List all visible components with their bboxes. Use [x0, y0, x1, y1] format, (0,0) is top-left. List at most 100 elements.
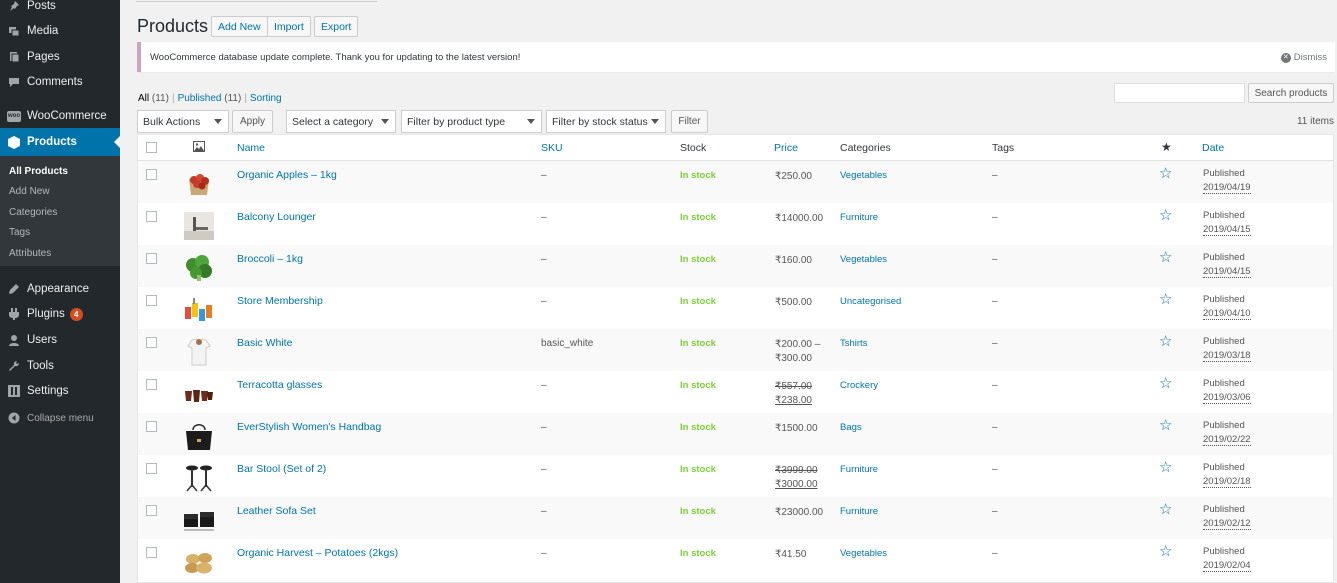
- row-checkbox[interactable]: [146, 295, 157, 306]
- product-name-link[interactable]: Terracotta glasses: [237, 379, 322, 391]
- view-sorting[interactable]: Sorting: [250, 93, 282, 104]
- featured-star-icon[interactable]: ☆: [1159, 166, 1172, 181]
- menu-pages[interactable]: Pages: [0, 45, 120, 69]
- product-name-link[interactable]: Store Membership: [237, 295, 323, 307]
- product-category-link[interactable]: Bags: [840, 422, 862, 433]
- product-price: ₹200.00 – ₹300.00: [775, 338, 820, 366]
- product-category-link[interactable]: Vegetables: [840, 170, 887, 181]
- menu-users[interactable]: Users: [0, 328, 120, 352]
- search-input[interactable]: [1114, 83, 1245, 103]
- product-category-link[interactable]: Furniture: [840, 212, 878, 223]
- product-thumbnail[interactable]: [183, 421, 215, 451]
- select-all-checkbox[interactable]: [146, 142, 157, 153]
- row-checkbox[interactable]: [146, 421, 157, 432]
- product-type-select[interactable]: Filter by product type: [401, 110, 542, 133]
- menu-comments[interactable]: Comments: [0, 70, 120, 94]
- column-price[interactable]: Price: [774, 142, 798, 154]
- product-thumbnail[interactable]: [183, 337, 215, 367]
- featured-star-icon[interactable]: ☆: [1159, 208, 1172, 223]
- bulk-actions-select[interactable]: Bulk Actions: [137, 110, 229, 133]
- stock-status: In stock: [680, 464, 716, 475]
- featured-column-star-icon[interactable]: ★: [1161, 140, 1172, 154]
- view-all[interactable]: All (11): [138, 93, 169, 104]
- submenu-add-new[interactable]: Add New: [9, 186, 50, 197]
- menu-appearance[interactable]: Appearance: [0, 277, 120, 301]
- row-checkbox[interactable]: [146, 169, 157, 180]
- product-thumbnail[interactable]: [183, 505, 215, 535]
- table-row: Organic Harvest – Potatoes (2kgs) – In sto…: [138, 539, 1333, 581]
- featured-star-icon[interactable]: ☆: [1159, 376, 1172, 391]
- category-select[interactable]: Select a category: [286, 110, 396, 133]
- product-thumbnail[interactable]: [183, 253, 215, 283]
- row-checkbox[interactable]: [146, 505, 157, 516]
- row-checkbox[interactable]: [146, 463, 157, 474]
- menu-woocommerce[interactable]: woo WooCommerce: [0, 104, 120, 128]
- add-new-button[interactable]: Add New: [211, 16, 268, 37]
- featured-star-icon[interactable]: ☆: [1159, 334, 1172, 349]
- product-price: ₹160.00: [775, 254, 812, 268]
- items-count: 11 items: [1296, 116, 1334, 127]
- product-name-link[interactable]: Bar Stool (Set of 2): [237, 463, 326, 475]
- menu-comments-label: Comments: [27, 76, 83, 88]
- menu-tools[interactable]: Tools: [0, 354, 120, 378]
- product-category-link[interactable]: Vegetables: [840, 548, 887, 559]
- product-category-link[interactable]: Uncategorised: [840, 296, 901, 307]
- table-row: Leather Sofa Set – In stock ₹23000.00 Furnit…: [138, 497, 1333, 539]
- product-thumbnail[interactable]: [183, 295, 215, 325]
- apply-button[interactable]: Apply: [232, 110, 273, 133]
- menu-settings[interactable]: Settings: [0, 379, 120, 403]
- collapse-icon: [7, 411, 21, 425]
- menu-products[interactable]: Products: [0, 128, 120, 156]
- product-category-link[interactable]: Vegetables: [840, 254, 887, 265]
- row-checkbox[interactable]: [146, 379, 157, 390]
- menu-collapse[interactable]: Collapse menu: [0, 406, 120, 430]
- view-published[interactable]: Published (11): [178, 93, 242, 104]
- product-name-link[interactable]: Broccoli – 1kg: [237, 253, 303, 265]
- product-price: ₹1500.00: [775, 422, 818, 436]
- product-thumbnail[interactable]: [183, 169, 215, 199]
- dismiss-button[interactable]: ✕ Dismiss: [1280, 52, 1327, 63]
- featured-star-icon[interactable]: ☆: [1159, 250, 1172, 265]
- featured-star-icon[interactable]: ☆: [1159, 292, 1172, 307]
- row-checkbox[interactable]: [146, 211, 157, 222]
- product-date: Published 2019/04/15: [1203, 251, 1251, 279]
- featured-star-icon[interactable]: ☆: [1159, 418, 1172, 433]
- column-name[interactable]: Name: [237, 142, 265, 154]
- menu-media[interactable]: Media: [0, 19, 120, 43]
- featured-star-icon[interactable]: ☆: [1159, 460, 1172, 475]
- product-name-link[interactable]: Basic White: [237, 337, 292, 349]
- product-category-link[interactable]: Furniture: [840, 464, 878, 475]
- search-products-button[interactable]: Search products: [1248, 83, 1334, 103]
- export-button[interactable]: Export: [314, 16, 359, 37]
- submenu-all-products[interactable]: All Products: [9, 166, 68, 177]
- product-thumbnail[interactable]: [183, 463, 215, 493]
- product-category-link[interactable]: Tshirts: [840, 338, 867, 349]
- featured-star-icon[interactable]: ☆: [1159, 544, 1172, 559]
- import-button[interactable]: Import: [267, 16, 311, 37]
- product-thumbnail[interactable]: [183, 211, 215, 241]
- product-name-link[interactable]: Organic Apples – 1kg: [237, 169, 337, 181]
- product-name-link[interactable]: Organic Harvest – Potatoes (2kgs): [237, 547, 398, 559]
- column-date[interactable]: Date: [1202, 142, 1224, 154]
- product-name-link[interactable]: EverStylish Women's Handbag: [237, 421, 381, 433]
- row-checkbox[interactable]: [146, 337, 157, 348]
- filter-button[interactable]: Filter: [671, 110, 708, 133]
- row-checkbox[interactable]: [146, 253, 157, 264]
- submenu-attributes[interactable]: Attributes: [9, 248, 51, 259]
- row-checkbox[interactable]: [146, 547, 157, 558]
- table-row: Terracotta glasses – In stock ₹557.00 ₹238.0…: [138, 371, 1333, 413]
- menu-posts[interactable]: Posts: [0, 0, 120, 18]
- product-category-link[interactable]: Crockery: [840, 380, 878, 391]
- product-thumbnail[interactable]: [183, 379, 215, 409]
- submenu-categories[interactable]: Categories: [9, 207, 57, 218]
- column-sku[interactable]: SKU: [541, 142, 563, 154]
- featured-star-icon[interactable]: ☆: [1159, 502, 1172, 517]
- product-name-link[interactable]: Leather Sofa Set: [237, 505, 316, 517]
- submenu-tags[interactable]: Tags: [9, 227, 30, 238]
- product-name-link[interactable]: Balcony Lounger: [237, 211, 316, 223]
- product-thumbnail[interactable]: [183, 547, 215, 577]
- view-separator: |: [244, 93, 247, 104]
- product-category-link[interactable]: Furniture: [840, 506, 878, 517]
- menu-plugins[interactable]: Plugins 4: [0, 302, 120, 326]
- stock-status-select[interactable]: Filter by stock status: [546, 110, 666, 133]
